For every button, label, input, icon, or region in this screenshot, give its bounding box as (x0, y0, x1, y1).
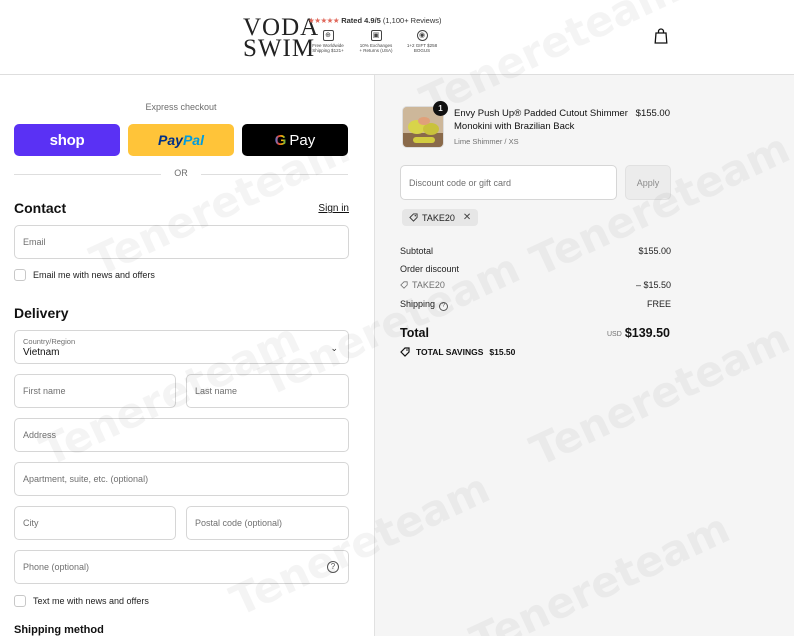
last-name-field[interactable]: Last name (186, 374, 349, 408)
city-field[interactable]: City (14, 506, 176, 540)
subtotal-value: $155.00 (638, 246, 671, 256)
perk-gift: ◉ 1+2 GIFT $258 BOGUS (402, 30, 442, 53)
shipping-method-title: Shipping method (14, 624, 104, 636)
first-name-field[interactable]: First name (14, 374, 176, 408)
express-checkout-label: Express checkout (145, 102, 217, 112)
last-name-placeholder: Last name (195, 386, 238, 396)
box-icon: ▣ (370, 30, 382, 41)
city-placeholder: City (23, 518, 39, 528)
help-icon[interactable]: ? (327, 561, 339, 573)
delivery-title: Delivery (14, 305, 69, 321)
savings-label: TOTAL SAVINGS (416, 347, 484, 357)
apartment-field[interactable]: Apartment, suite, etc. (optional) (14, 462, 349, 496)
sign-in-link[interactable]: Sign in (318, 203, 349, 214)
apply-label: Apply (636, 177, 660, 188)
total-savings: TOTAL SAVINGS $15.50 (400, 347, 515, 357)
total-currency: USD (607, 331, 622, 338)
or-text: OR (174, 168, 188, 178)
total-label: Total (400, 326, 429, 340)
rating-text: Rated 4.9/5 (341, 16, 381, 25)
phone-placeholder: Phone (optional) (23, 562, 90, 572)
order-discount-label: Order discount (400, 264, 460, 274)
perk-line: BOGUS (413, 48, 431, 53)
sms-newsletter-checkbox[interactable] (14, 595, 26, 607)
discount-placeholder: Discount code or gift card (409, 178, 512, 188)
shop-pay-button[interactable]: shop (14, 124, 120, 156)
shipping-value: FREE (646, 299, 671, 309)
google-pay-button[interactable]: G Pay (242, 124, 348, 156)
order-summary: 1 Envy Push Up® Padded Cutout Shimmer Mo… (374, 75, 794, 636)
country-value: Vietnam (23, 347, 60, 358)
google-g-icon: G (274, 131, 287, 149)
sms-newsletter-label: Text me with news and offers (33, 596, 149, 606)
product-variant: Lime Shimmer / XS (454, 137, 519, 146)
email-newsletter-row[interactable]: Email me with news and offers (14, 269, 155, 281)
perk-free-shipping: ⊕ Free Worldwide Shipping $121+ (308, 30, 348, 53)
subtotal-label: Subtotal (400, 246, 434, 256)
total-value: $139.50 (624, 326, 670, 340)
address-field[interactable]: Address (14, 418, 349, 452)
country-label: Country/Region (23, 337, 76, 346)
discount-code-input[interactable]: Discount code or gift card (400, 165, 617, 200)
remove-discount-icon[interactable]: ✕ (463, 212, 471, 223)
checkout-header: VODA SWIM ★★★★★ Rated 4.9/5 (1,100+ Revi… (0, 0, 794, 75)
checkout-form: Express checkout shop Pay Pal G Pay OR Con… (0, 75, 374, 636)
shipping-label-wrap: Shipping? (400, 299, 449, 311)
shipping-label: Shipping (400, 299, 436, 309)
email-newsletter-label: Email me with news and offers (33, 270, 155, 280)
shop-pay-label: shop (49, 131, 85, 149)
perk-exchanges: ▣ 10% Exchanges + Returns (USA) (356, 30, 396, 53)
tag-icon (409, 213, 418, 222)
rating-stars-icon: ★★★★★ (308, 16, 340, 25)
first-name-placeholder: First name (23, 386, 66, 396)
paypal-button[interactable]: Pay Pal (128, 124, 234, 156)
tag-icon (400, 281, 408, 289)
discount-code-text: TAKE20 (412, 280, 445, 290)
shopping-bag-icon[interactable] (654, 28, 668, 44)
product-price: $155.00 (635, 108, 670, 119)
sms-newsletter-row[interactable]: Text me with news and offers (14, 595, 149, 607)
paypal-label-pay: Pay (158, 132, 183, 148)
email-placeholder: Email (23, 237, 46, 247)
paypal-label-pal: Pal (182, 132, 204, 148)
country-select[interactable]: Country/Region Vietnam ⌄ (14, 330, 349, 364)
globe-icon: ⊕ (322, 30, 334, 41)
help-icon[interactable]: ? (439, 302, 449, 311)
applied-code: TAKE20 (422, 212, 455, 223)
postal-code-field[interactable]: Postal code (optional) (186, 506, 349, 540)
rating-banner: ★★★★★ Rated 4.9/5 (1,100+ Reviews) (308, 16, 442, 25)
email-newsletter-checkbox[interactable] (14, 269, 26, 281)
postal-code-placeholder: Postal code (optional) (195, 518, 283, 528)
tag-icon (400, 347, 410, 357)
product-name: Envy Push Up® Padded Cutout Shimmer Mono… (454, 108, 628, 132)
phone-field[interactable]: Phone (optional) ? (14, 550, 349, 584)
quantity-badge: 1 (433, 101, 448, 116)
discount-value: – $15.50 (635, 280, 671, 290)
discount-code-label: TAKE20 (400, 280, 445, 290)
perk-line: + Returns (USA) (359, 48, 393, 53)
savings-value: $15.50 (489, 347, 516, 357)
applied-discount-chip: TAKE20 ✕ (402, 209, 479, 226)
tag-icon: ◉ (416, 30, 428, 41)
apartment-placeholder: Apartment, suite, etc. (optional) (23, 474, 149, 484)
contact-title: Contact (14, 200, 67, 216)
google-pay-label: Pay (289, 131, 316, 149)
address-placeholder: Address (23, 430, 57, 440)
perk-line: Shipping $121+ (312, 48, 344, 53)
or-divider: OR (14, 168, 348, 180)
rating-reviews: (1,100+ Reviews) (382, 16, 442, 25)
chevron-down-icon: ⌄ (330, 343, 338, 353)
apply-discount-button[interactable]: Apply (625, 165, 671, 200)
email-field[interactable]: Email (14, 225, 349, 259)
